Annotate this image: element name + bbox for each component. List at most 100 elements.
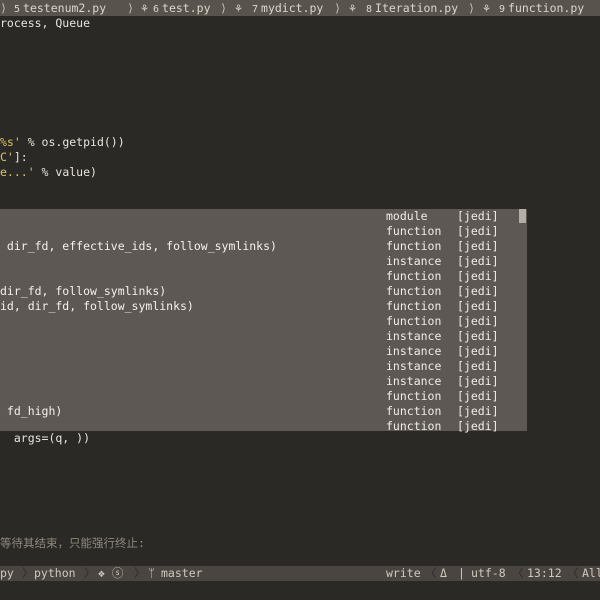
completion-item[interactable]: fd_high) function [jedi] <box>0 404 527 419</box>
completion-kind: module <box>386 209 428 223</box>
completion-item[interactable]: function [jedi] <box>0 224 527 239</box>
completion-kind: instance <box>386 374 442 388</box>
completion-kind: function <box>386 224 442 238</box>
completion-source: [jedi] <box>457 329 499 343</box>
file-encoding: utf-8 <box>471 566 506 580</box>
status-separator: 〉 <box>134 566 146 580</box>
tab-number-icon: 7 <box>252 4 259 15</box>
tab-number-icon: 9 <box>499 4 506 15</box>
editor-mode: write <box>386 566 421 580</box>
completion-source: [jedi] <box>457 254 499 268</box>
completion-kind: function <box>386 419 442 433</box>
completion-source: [jedi] <box>457 374 499 388</box>
status-divider: | <box>458 566 465 580</box>
status-separator: 〉 <box>22 566 34 580</box>
status-separator: 〈 <box>425 566 437 580</box>
completion-kind: function <box>386 389 442 403</box>
completion-source: [jedi] <box>457 389 499 403</box>
completion-kind: function <box>386 314 442 328</box>
tab-separator: ⟩ <box>468 1 475 15</box>
tab-function[interactable]: 9 function.py <box>499 1 584 15</box>
string-literal: C' <box>0 150 14 164</box>
completion-item[interactable]: instance [jedi] <box>0 344 527 359</box>
status-bar: py 〉 python 〉 ❖ ⓢ 〉 ᛘ master write 〈 Δ |… <box>0 566 600 581</box>
tab-iteration[interactable]: 8 Iteration.py <box>366 1 458 15</box>
completion-underlying-text: id, dir_fd, follow_symlinks) <box>0 299 194 313</box>
completion-item[interactable]: instance [jedi] <box>0 359 527 374</box>
completion-underlying-text: dir_fd, effective_ids, follow_symlinks) <box>0 239 277 253</box>
status-separator: 〈 <box>512 566 524 580</box>
completion-item[interactable]: instance [jedi] <box>0 254 527 269</box>
completion-item[interactable]: dir_fd, follow_symlinks) function [jedi] <box>0 284 527 299</box>
python-file-icon: ⚘ <box>141 1 148 15</box>
tab-mydict[interactable]: 7 mydict.py <box>252 1 323 15</box>
scroll-position: All <box>582 566 600 580</box>
completion-source: [jedi] <box>457 299 499 313</box>
python-file-icon: ⚘ <box>349 1 356 15</box>
tab-separator: ⟩ <box>0 1 7 15</box>
file-extension: py <box>0 566 14 580</box>
tab-label: testenum2.py <box>23 1 107 15</box>
code-line: e...' % value) <box>0 165 97 180</box>
completion-source: [jedi] <box>457 269 499 283</box>
filetype-label: python <box>34 566 76 580</box>
completion-item[interactable]: dir_fd, effective_ids, follow_symlinks) f… <box>0 239 527 254</box>
completion-item[interactable]: function [jedi] <box>0 389 527 404</box>
completion-item[interactable]: function [jedi] <box>0 419 527 434</box>
completion-kind: function <box>386 269 442 283</box>
completion-source: [jedi] <box>457 314 499 328</box>
completion-source: [jedi] <box>457 209 499 223</box>
tab-bar: ⟩ 5 testenum2.py ⟩ ⚘ 6 test.py ⟩ ⚘ 7 mydict… <box>0 0 600 16</box>
code-line: %s' % os.getpid()) <box>0 135 125 150</box>
completion-popup[interactable]: module [jedi] function [jedi] dir_fd, effe… <box>0 209 527 434</box>
completion-source: [jedi] <box>457 404 499 418</box>
delta-icon: Δ <box>440 566 447 580</box>
python-file-icon: ⚘ <box>235 1 242 15</box>
tab-label: Iteration.py <box>375 1 459 15</box>
git-branch-name: master <box>161 566 203 580</box>
tab-number-icon: 8 <box>366 4 373 15</box>
completion-source: [jedi] <box>457 419 499 433</box>
completion-source: [jedi] <box>457 239 499 253</box>
code-line: C']: <box>0 150 28 165</box>
string-literal: e...' <box>0 165 35 179</box>
completion-item[interactable]: instance [jedi] <box>0 374 527 389</box>
tab-test[interactable]: 6 test.py <box>153 1 211 15</box>
completion-item[interactable]: function [jedi] <box>0 314 527 329</box>
completion-item[interactable]: id, dir_fd, follow_symlinks) function [jed… <box>0 299 527 314</box>
cursor-position: 13:12 <box>527 566 562 580</box>
status-separator: 〉 <box>84 566 96 580</box>
completion-item[interactable]: function [jedi] <box>0 269 527 284</box>
completion-kind: instance <box>386 329 442 343</box>
tab-label: test.py <box>162 1 211 15</box>
tab-number-icon: 5 <box>14 4 21 15</box>
tab-separator: ⟩ <box>334 1 341 15</box>
tab-label: mydict.py <box>261 1 324 15</box>
code-text: % value) <box>34 165 97 179</box>
completion-source: [jedi] <box>457 284 499 298</box>
completion-kind: instance <box>386 344 442 358</box>
completion-item[interactable]: instance [jedi] <box>0 329 527 344</box>
tab-separator: ⟩ <box>127 1 134 15</box>
completion-source: [jedi] <box>457 224 499 238</box>
completion-source: [jedi] <box>457 359 499 373</box>
completion-kind: function <box>386 404 442 418</box>
completion-underlying-text: fd_high) <box>0 404 63 418</box>
tab-separator: ⟩ <box>220 1 227 15</box>
code-text: ]: <box>13 150 28 164</box>
python-file-icon: ⚘ <box>483 1 490 15</box>
tab-testenum2[interactable]: 5 testenum2.py <box>14 1 106 15</box>
completion-kind: function <box>386 239 442 253</box>
completion-scrollbar[interactable] <box>519 209 526 223</box>
tab-label: function.py <box>508 1 585 15</box>
completion-source: [jedi] <box>457 344 499 358</box>
status-separator: 〈 <box>567 566 579 580</box>
code-line: rocess, Queue <box>0 16 91 30</box>
tab-number-icon: 6 <box>153 4 160 15</box>
completion-kind: function <box>386 299 442 313</box>
completion-underlying-text: dir_fd, follow_symlinks) <box>0 284 167 298</box>
completion-item[interactable]: module [jedi] <box>0 209 527 224</box>
completion-kind: function <box>386 284 442 298</box>
completion-kind: instance <box>386 359 442 373</box>
string-literal: %s' <box>0 135 21 149</box>
